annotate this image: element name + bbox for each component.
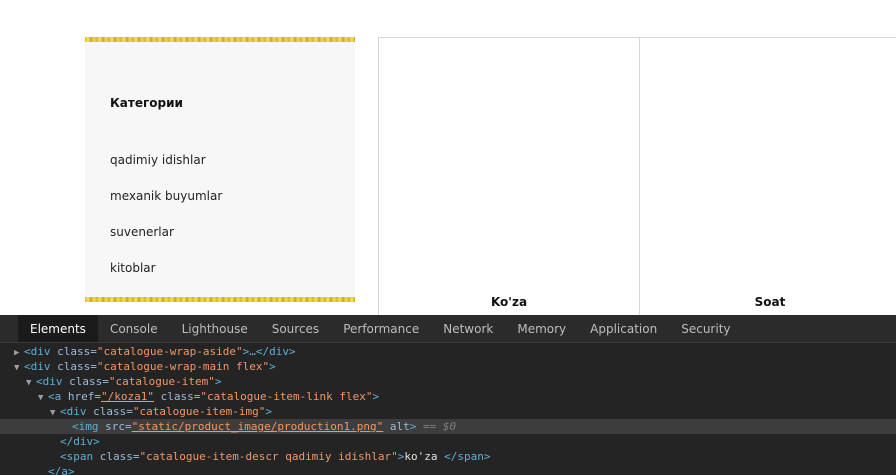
- tab-security[interactable]: Security: [669, 315, 742, 342]
- dom-node-img-selected[interactable]: <img src="static/product_image/productio…: [0, 419, 896, 434]
- tab-performance[interactable]: Performance: [331, 315, 431, 342]
- category-item-qadimiy-idishlar[interactable]: qadimiy idishlar: [110, 152, 222, 188]
- tab-console[interactable]: Console: [98, 315, 170, 342]
- tab-application[interactable]: Application: [578, 315, 669, 342]
- dom-node-catalogue-item[interactable]: ▼ <div class="catalogue-item">: [0, 374, 896, 389]
- tab-memory[interactable]: Memory: [505, 315, 578, 342]
- selected-node-marker: == $0: [416, 420, 457, 433]
- gold-border-top: [85, 37, 355, 42]
- dom-tree: ▶ <div class="catalogue-wrap-aside">…</di…: [0, 344, 896, 475]
- catalogue-item-label: Soat: [754, 295, 786, 309]
- dom-node-main[interactable]: ▼ <div class="catalogue-wrap-main flex">: [0, 359, 896, 374]
- dom-node-item-descr[interactable]: <span class="catalogue-item-descr qadimi…: [0, 449, 896, 464]
- webpage-viewport: Категории qadimiy idishlar mexanik buyum…: [0, 0, 896, 315]
- dom-node-aside[interactable]: ▶ <div class="catalogue-wrap-aside">…</di…: [0, 344, 896, 359]
- category-item-suvenerlar[interactable]: suvenerlar: [110, 224, 222, 260]
- tab-network[interactable]: Network: [431, 315, 505, 342]
- src-link[interactable]: "static/product_image/production1.png": [132, 420, 384, 433]
- gold-border-bottom: [85, 297, 355, 302]
- href-link[interactable]: "/koza1": [101, 390, 154, 403]
- dom-node-item-img-wrap[interactable]: ▼ <div class="catalogue-item-img">: [0, 404, 896, 419]
- tab-lighthouse[interactable]: Lighthouse: [170, 315, 260, 342]
- dom-node-close-a[interactable]: </a>: [0, 464, 896, 475]
- devtools-tabbar: Elements Console Lighthouse Sources Perf…: [0, 315, 896, 343]
- catalogue-aside: Категории qadimiy idishlar mexanik buyum…: [85, 37, 355, 302]
- category-item-kitoblar[interactable]: kitoblar: [110, 260, 222, 296]
- catalogue-item-label: Ko'za: [490, 295, 528, 309]
- tab-elements[interactable]: Elements: [18, 315, 98, 342]
- catalogue-item-koza[interactable]: Ko'za: [378, 37, 640, 315]
- category-list: qadimiy idishlar mexanik buyumlar suvene…: [110, 152, 222, 296]
- tab-sources[interactable]: Sources: [260, 315, 331, 342]
- devtools-panel: Elements Console Lighthouse Sources Perf…: [0, 315, 896, 475]
- catalogue-item-soat[interactable]: Soat: [639, 37, 896, 315]
- dom-node-close-div[interactable]: </div>: [0, 434, 896, 449]
- dom-node-item-link[interactable]: ▼ <a href="/koza1" class="catalogue-item-…: [0, 389, 896, 404]
- category-item-mexanik-buyumlar[interactable]: mexanik buyumlar: [110, 188, 222, 224]
- categories-title: Категории: [110, 96, 183, 110]
